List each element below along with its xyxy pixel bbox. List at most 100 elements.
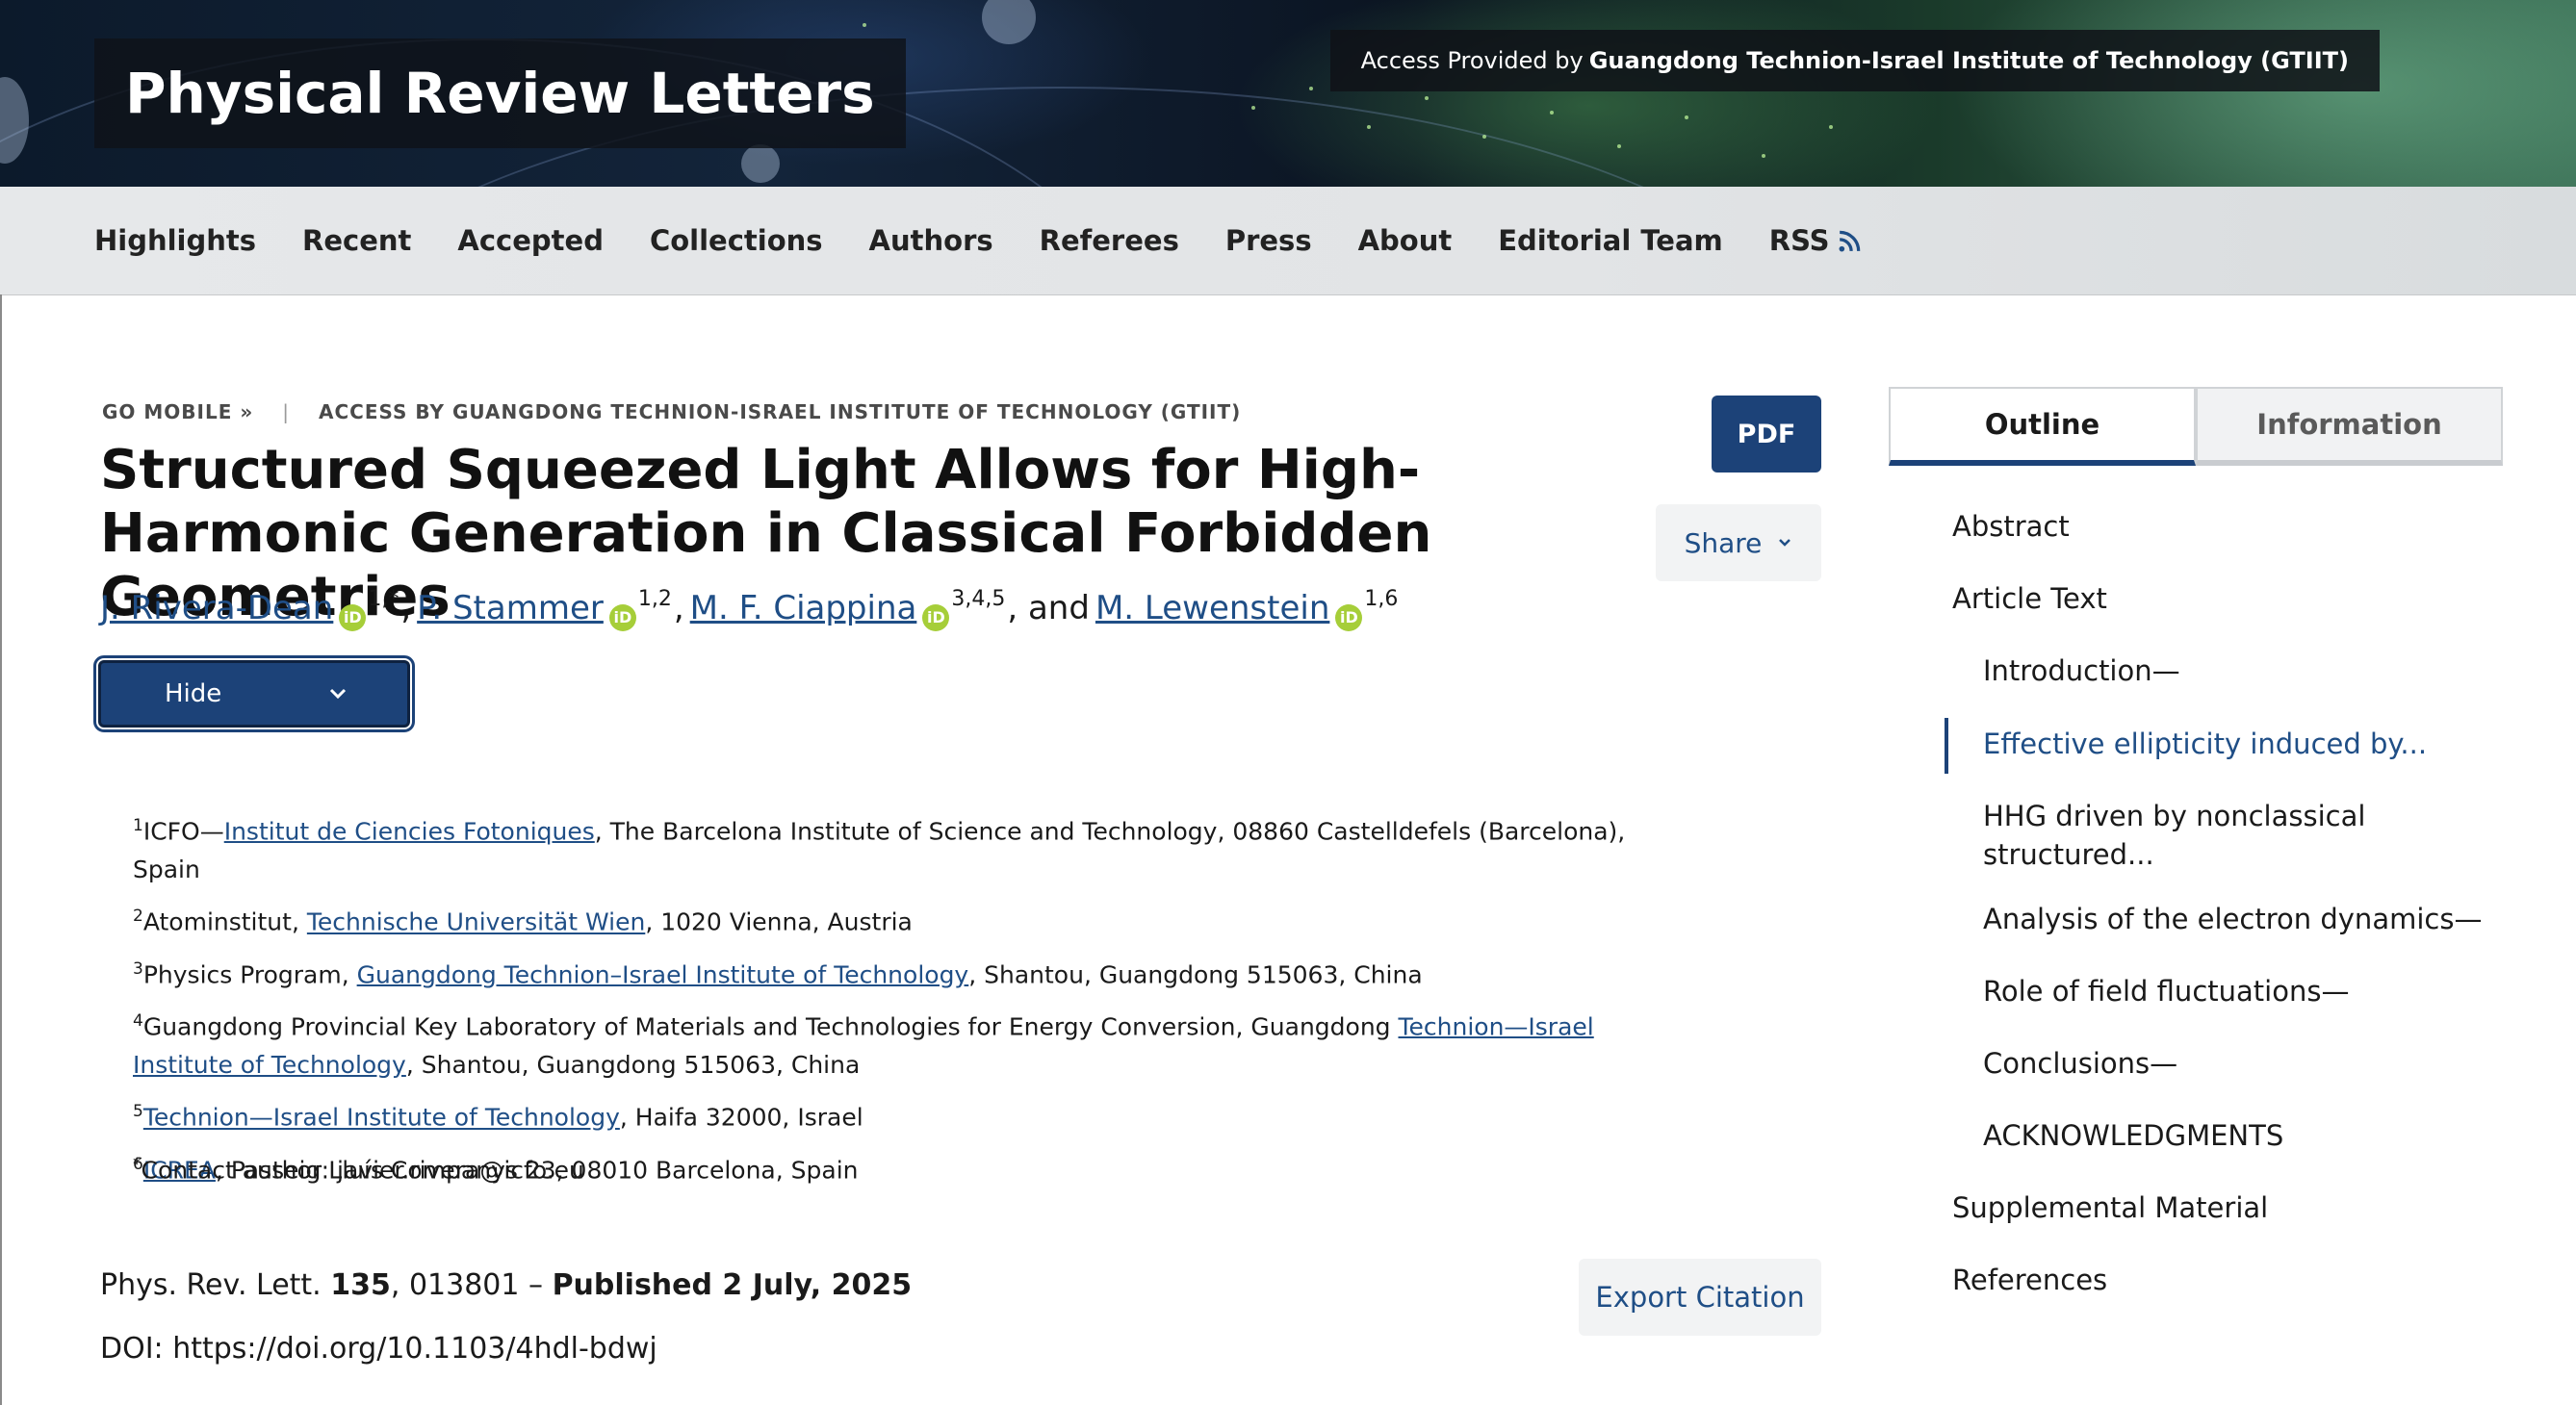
affiliation-text: Atominstitut,	[142, 907, 307, 936]
doi-line: DOI: https://doi.org/10.1103/4hdl-bdwj	[100, 1332, 657, 1366]
affiliation-item: 3Physics Program, Guangdong Technion–Isr…	[133, 950, 1635, 994]
citation-published-date: Published 2 July, 2025	[552, 1268, 913, 1302]
author-separator: ,	[673, 589, 684, 627]
rss-icon	[1839, 230, 1860, 252]
breadcrumb-separator: |	[282, 400, 291, 423]
affiliation-link[interactable]: Technische Universität Wien	[307, 908, 645, 936]
outline-item-hhg-nonclassical[interactable]: HHG driven by nonclassical structured...	[1983, 797, 2387, 874]
contact-author: *Contact author: javier.rivera@icfo.eu	[133, 1155, 584, 1184]
affiliation-number: 5	[133, 1102, 143, 1122]
citation-volume: 135	[330, 1268, 391, 1302]
export-citation-button[interactable]: Export Citation	[1579, 1259, 1821, 1336]
author-affiliation-marks: 3,4,5	[951, 587, 1006, 611]
chevron-down-icon	[1779, 539, 1791, 547]
banner-decoration	[1309, 87, 1313, 90]
banner-decoration	[1251, 106, 1255, 110]
affiliation-item: 4Guangdong Provincial Key Laboratory of …	[133, 1002, 1635, 1085]
affiliation-number: 1	[133, 816, 143, 835]
outline-item-abstract[interactable]: Abstract	[1952, 510, 2491, 543]
main-nav: Highlights Recent Accepted Collections A…	[0, 187, 2576, 295]
nav-authors[interactable]: Authors	[869, 224, 993, 257]
outline-item-article-text[interactable]: Article Text	[1952, 582, 2491, 615]
hide-affiliations-button[interactable]: Hide	[93, 655, 415, 732]
orcid-icon[interactable]: iD	[922, 604, 950, 631]
nav-about[interactable]: About	[1358, 224, 1453, 257]
author-list: J. Rivera-Dean iD 1,* , P. Stammer iD 1,…	[100, 587, 1399, 631]
contact-mark: *	[133, 1155, 142, 1174]
author-separator: ,	[400, 589, 412, 627]
nav-rss[interactable]: RSS	[1769, 224, 1863, 257]
share-button[interactable]: Share	[1656, 504, 1821, 581]
affiliation-text: , 1020 Vienna, Austria	[645, 907, 913, 936]
affiliation-number: 4	[133, 1010, 143, 1031]
tab-information[interactable]: Information	[2196, 387, 2503, 466]
banner-decoration	[1550, 111, 1554, 115]
outline-item-conclusions[interactable]: Conclusions—	[1983, 1047, 2491, 1080]
orcid-icon[interactable]: iD	[608, 604, 636, 631]
author-link[interactable]: M. Lewenstein	[1095, 589, 1329, 627]
outline-item-field-fluctuations[interactable]: Role of field fluctuations—	[1983, 975, 2491, 1008]
affiliation-link[interactable]: Technion—Israel Institute of Technology	[143, 1104, 620, 1132]
site-title[interactable]: Physical Review Letters	[94, 38, 906, 148]
access-institution: Guangdong Technion-Israel Institute of T…	[1588, 47, 2349, 74]
banner-decoration	[1685, 115, 1688, 119]
access-provided-notice: Access Provided by Guangdong Technion-Is…	[1329, 30, 2380, 91]
author-link[interactable]: J. Rivera-Dean	[100, 589, 333, 627]
author-affiliation-marks: 1,*	[368, 587, 399, 611]
pdf-button[interactable]: PDF	[1712, 396, 1821, 473]
citation-line: Phys. Rev. Lett. 135, 013801 – Published…	[100, 1268, 912, 1302]
affiliation-number: 3	[133, 958, 143, 979]
affiliation-text: Physics Program,	[142, 959, 357, 988]
banner-decoration	[1482, 135, 1486, 139]
page-left-border	[0, 294, 2, 1405]
nav-press[interactable]: Press	[1225, 224, 1312, 257]
outline-list: Abstract Article Text Introduction— Effe…	[1945, 510, 2491, 1296]
affiliation-link[interactable]: Guangdong Technion–Israel Institute of T…	[357, 960, 969, 988]
author-affiliation-marks: 1,2	[637, 587, 672, 611]
outline-item-electron-dynamics[interactable]: Analysis of the electron dynamics—	[1983, 903, 2491, 935]
banner-decoration	[1617, 144, 1621, 148]
author-separator: , and	[1007, 589, 1090, 627]
affiliation-item: 1ICFO—Institut de Ciencies Fotoniques, T…	[133, 806, 1635, 889]
outline-item-introduction[interactable]: Introduction—	[1983, 654, 2491, 687]
banner-decoration	[741, 144, 780, 183]
author-affiliation-marks: 1,6	[1364, 587, 1399, 611]
outline-item-acknowledgments[interactable]: ACKNOWLEDGMENTS	[1983, 1119, 2491, 1152]
orcid-icon[interactable]: iD	[1335, 604, 1363, 631]
citation-article-number: , 013801 –	[390, 1268, 553, 1302]
nav-highlights[interactable]: Highlights	[94, 224, 256, 257]
nav-collections[interactable]: Collections	[650, 224, 823, 257]
author-link[interactable]: M. F. Ciappina	[690, 589, 917, 627]
outline-item-effective-ellipticity[interactable]: Effective ellipticity induced by...	[1945, 718, 2491, 774]
contact-text: Contact author: javier.rivera@icfo.eu	[141, 1156, 584, 1185]
affiliation-text: , Shantou, Guangdong 515063, China	[405, 1051, 861, 1080]
outline-item-supplemental-material[interactable]: Supplemental Material	[1952, 1191, 2491, 1224]
nav-accepted[interactable]: Accepted	[457, 224, 604, 257]
affiliation-item: 2Atominstitut, Technische Universität Wi…	[133, 897, 1635, 941]
access-prefix: Access Provided by	[1360, 47, 1584, 74]
banner-decoration	[863, 23, 866, 27]
tab-outline[interactable]: Outline	[1889, 387, 2196, 466]
affiliation-item: 5Technion—Israel Institute of Technology…	[133, 1092, 1635, 1137]
banner-decoration	[1367, 125, 1371, 129]
nav-recent[interactable]: Recent	[302, 224, 411, 257]
outline-item-label: Effective ellipticity induced by...	[1983, 728, 2428, 760]
nav-referees[interactable]: Referees	[1040, 224, 1179, 257]
nav-editorial-team[interactable]: Editorial Team	[1498, 224, 1723, 257]
orcid-icon[interactable]: iD	[339, 604, 367, 631]
chevron-down-icon	[329, 688, 347, 700]
affiliation-number: 2	[133, 907, 143, 927]
hide-button-label: Hide	[165, 679, 222, 708]
affiliation-text: ICFO—	[142, 817, 224, 846]
affiliation-text: , Haifa 32000, Israel	[619, 1103, 863, 1132]
access-by-label: ACCESS BY GUANGDONG TECHNION-ISRAEL INST…	[319, 400, 1242, 423]
citation-journal: Phys. Rev. Lett.	[100, 1268, 331, 1302]
author-link[interactable]: P. Stammer	[417, 589, 604, 627]
breadcrumb: GO MOBILE » | ACCESS BY GUANGDONG TECHNI…	[102, 400, 1241, 423]
share-button-label: Share	[1684, 526, 1763, 559]
outline-item-references[interactable]: References	[1952, 1264, 2491, 1296]
go-mobile-link[interactable]: GO MOBILE »	[102, 400, 253, 423]
banner-decoration	[1762, 154, 1765, 158]
sidebar-tabs: Outline Information	[1889, 387, 2503, 466]
affiliation-link[interactable]: Institut de Ciencies Fotoniques	[224, 817, 595, 845]
